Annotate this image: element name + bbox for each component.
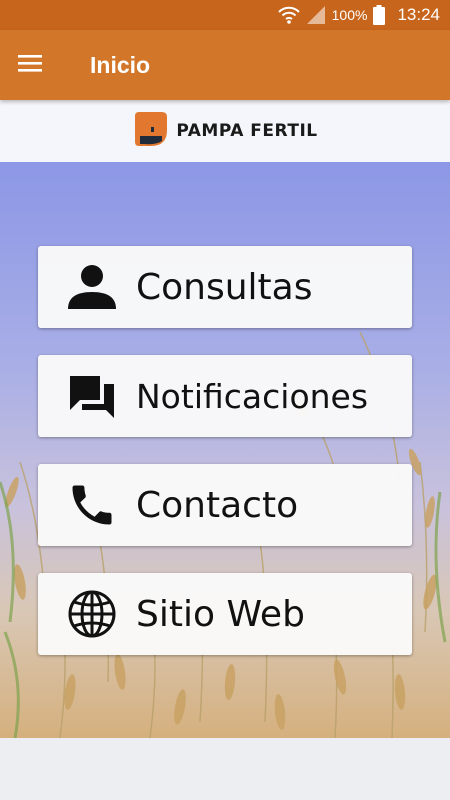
status-clock: 13:24 — [397, 5, 440, 24]
pampa-fertil-logo — [132, 110, 170, 152]
phone-icon — [64, 477, 120, 533]
brand-logo: PAMPA FERTIL — [132, 110, 317, 152]
brand-name: PAMPA FERTIL — [176, 121, 318, 141]
app-bar: Inicio — [0, 30, 450, 100]
sitio-web-button[interactable]: Sitio Web — [38, 573, 412, 655]
notificaciones-label: Notificaciones — [136, 376, 369, 416]
battery-icon — [373, 5, 386, 25]
contacto-label: Contacto — [136, 484, 299, 526]
brand-header: PAMPA FERTIL — [0, 100, 450, 162]
signal-icon — [306, 5, 326, 25]
page-title: Inicio — [90, 52, 151, 78]
consultas-button[interactable]: Consultas — [38, 246, 412, 328]
home-screen: 100% 13:24 Inicio PAMPA FERTIL Consultas… — [0, 0, 450, 800]
battery-percent: 100% — [331, 7, 368, 23]
hamburger-menu-icon — [17, 53, 43, 77]
status-icons: 100% 13:24 — [277, 0, 440, 30]
contacto-button[interactable]: Contacto — [38, 464, 412, 546]
chat-bubbles-icon — [64, 368, 120, 424]
status-bar: 100% 13:24 — [0, 0, 450, 30]
notificaciones-button[interactable]: Notificaciones — [38, 355, 412, 437]
wifi-icon — [277, 5, 300, 25]
person-icon — [64, 259, 120, 315]
globe-icon — [64, 586, 120, 642]
sitio-web-label: Sitio Web — [136, 593, 305, 635]
bottom-area — [0, 738, 450, 800]
hamburger-menu-button[interactable] — [8, 41, 52, 89]
consultas-label: Consultas — [136, 266, 313, 308]
